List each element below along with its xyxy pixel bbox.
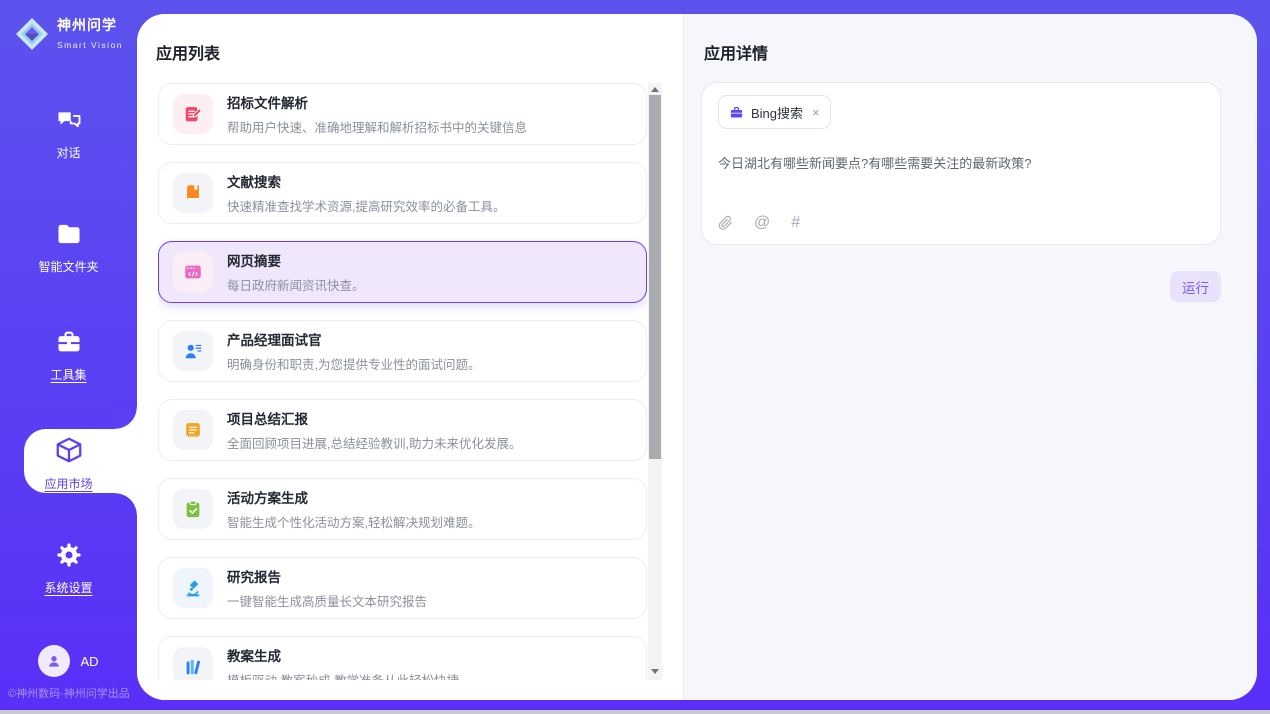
app-name: 网页摘要 [227, 250, 365, 270]
app-card-literature-search[interactable]: 文献搜索 快速精准查找学术资源,提高研究效率的必备工具。 [158, 162, 647, 224]
app-list-title: 应用列表 [156, 40, 220, 64]
active-curve-top [115, 407, 137, 429]
gear-icon [55, 541, 83, 569]
sidebar-item-app-market[interactable]: 应用市场 [0, 435, 137, 492]
app-list-panel: 应用列表 招标文件解析 帮助用户快速、准确地理解和解析招标书中的关键信息 [137, 14, 684, 700]
microscope-icon [173, 568, 213, 608]
cube-icon [54, 435, 84, 465]
book-icon [173, 173, 213, 213]
folder-icon [55, 220, 83, 248]
sidebar-item-chat[interactable]: 对话 [0, 106, 137, 161]
app-name: 活动方案生成 [227, 487, 480, 507]
document-pen-icon [173, 94, 213, 134]
hash-icon[interactable]: # [791, 215, 800, 231]
app-name: 产品经理面试官 [227, 329, 480, 349]
sidebar-item-smart-folder[interactable]: 智能文件夹 [0, 220, 137, 275]
app-window: 神州问学 Smart Vision 对话 智能文件夹 [0, 0, 1270, 714]
app-list: 招标文件解析 帮助用户快速、准确地理解和解析招标书中的关键信息 文献搜索 [158, 83, 647, 680]
active-curve-bottom [115, 493, 137, 515]
app-card-web-summary[interactable]: 网页摘要 每日政府新闻资讯快查。 [158, 241, 647, 303]
window-bottom-edge [0, 710, 1270, 714]
app-name: 招标文件解析 [227, 92, 527, 112]
tool-tag-label: Bing搜索 [751, 103, 803, 122]
clipboard-check-icon [173, 489, 213, 529]
scrollbar-up-arrow[interactable] [648, 83, 662, 95]
brand-name: 神州问学 [57, 17, 117, 33]
composer-toolbar: @ # [718, 215, 800, 231]
briefcase-icon [729, 105, 744, 120]
app-desc: 一键智能生成高质量长文本研究报告 [227, 591, 427, 610]
run-button[interactable]: 运行 [1170, 271, 1221, 302]
user-name: AD [80, 654, 98, 669]
app-desc: 全面回顾项目进展,总结经验教训,助力未来优化发展。 [227, 433, 521, 452]
sidebar-item-toolset[interactable]: 工具集 [0, 328, 137, 383]
prompt-text[interactable]: 今日湖北有哪些新闻要点?有哪些需要关注的最新政策? [718, 153, 1204, 172]
tool-tag-bing-search[interactable]: Bing搜索 × [718, 95, 831, 129]
main-container: 应用列表 招标文件解析 帮助用户快速、准确地理解和解析招标书中的关键信息 [137, 14, 1257, 700]
scrollbar-thumb[interactable] [649, 95, 661, 459]
app-card-bid-document-analysis[interactable]: 招标文件解析 帮助用户快速、准确地理解和解析招标书中的关键信息 [158, 83, 647, 145]
sidebar-item-label: 应用市场 [0, 475, 137, 492]
browser-code-icon [173, 252, 213, 292]
app-card-research-report[interactable]: 研究报告 一键智能生成高质量长文本研究报告 [158, 557, 647, 619]
diamond-logo-icon [14, 16, 50, 52]
brand-subtitle: Smart Vision [57, 40, 123, 50]
app-desc: 明确身份和职责,为您提供专业性的面试问题。 [227, 354, 480, 373]
sidebar-item-label: 对话 [0, 144, 137, 161]
app-card-event-plan[interactable]: 活动方案生成 智能生成个性化活动方案,轻松解决规划难题。 [158, 478, 647, 540]
app-name: 项目总结汇报 [227, 408, 521, 428]
interviewer-icon [173, 331, 213, 371]
close-icon[interactable]: × [812, 105, 820, 120]
sidebar-item-label: 系统设置 [0, 579, 137, 596]
chat-icon [55, 106, 83, 134]
app-detail-title: 应用详情 [704, 40, 768, 64]
app-desc: 快速精准查找学术资源,提高研究效率的必备工具。 [227, 196, 505, 215]
at-icon[interactable]: @ [754, 215, 770, 231]
app-desc: 每日政府新闻资讯快查。 [227, 275, 365, 294]
user-avatar-icon [38, 645, 70, 677]
brand-logo: 神州问学 Smart Vision [14, 15, 137, 53]
user-account[interactable]: AD [0, 645, 137, 677]
app-name: 教案生成 [227, 645, 459, 665]
app-card-pm-interviewer[interactable]: 产品经理面试官 明确身份和职责,为您提供专业性的面试问题。 [158, 320, 647, 382]
sidebar-item-label: 工具集 [0, 366, 137, 383]
books-icon [173, 647, 213, 680]
paperclip-icon[interactable] [718, 215, 733, 231]
copyright-text: ©神州数码·神州问学出品 [8, 685, 130, 701]
app-name: 研究报告 [227, 566, 427, 586]
sidebar: 神州问学 Smart Vision 对话 智能文件夹 [0, 0, 137, 710]
toolbox-icon [55, 328, 83, 356]
app-list-scrollbar[interactable] [648, 83, 662, 680]
app-desc: 智能生成个性化活动方案,轻松解决规划难题。 [227, 512, 480, 531]
app-card-project-summary[interactable]: 项目总结汇报 全面回顾项目进展,总结经验教训,助力未来优化发展。 [158, 399, 647, 461]
app-detail-panel: 应用详情 Bing搜索 × 今日湖北有哪些新闻要点?有哪些需要关注的最新政策? [684, 14, 1257, 700]
app-desc: 模板驱动,教案秒成,教学准备从此轻松快捷 [227, 670, 459, 680]
sidebar-item-label: 智能文件夹 [0, 258, 137, 275]
memo-icon [173, 410, 213, 450]
app-name: 文献搜索 [227, 171, 505, 191]
sidebar-item-settings[interactable]: 系统设置 [0, 541, 137, 596]
scrollbar-down-arrow[interactable] [648, 665, 662, 677]
app-desc: 帮助用户快速、准确地理解和解析招标书中的关键信息 [227, 117, 527, 136]
app-card-lesson-plan[interactable]: 教案生成 模板驱动,教案秒成,教学准备从此轻松快捷 [158, 636, 647, 680]
prompt-input[interactable]: Bing搜索 × 今日湖北有哪些新闻要点?有哪些需要关注的最新政策? @ # [701, 82, 1221, 245]
